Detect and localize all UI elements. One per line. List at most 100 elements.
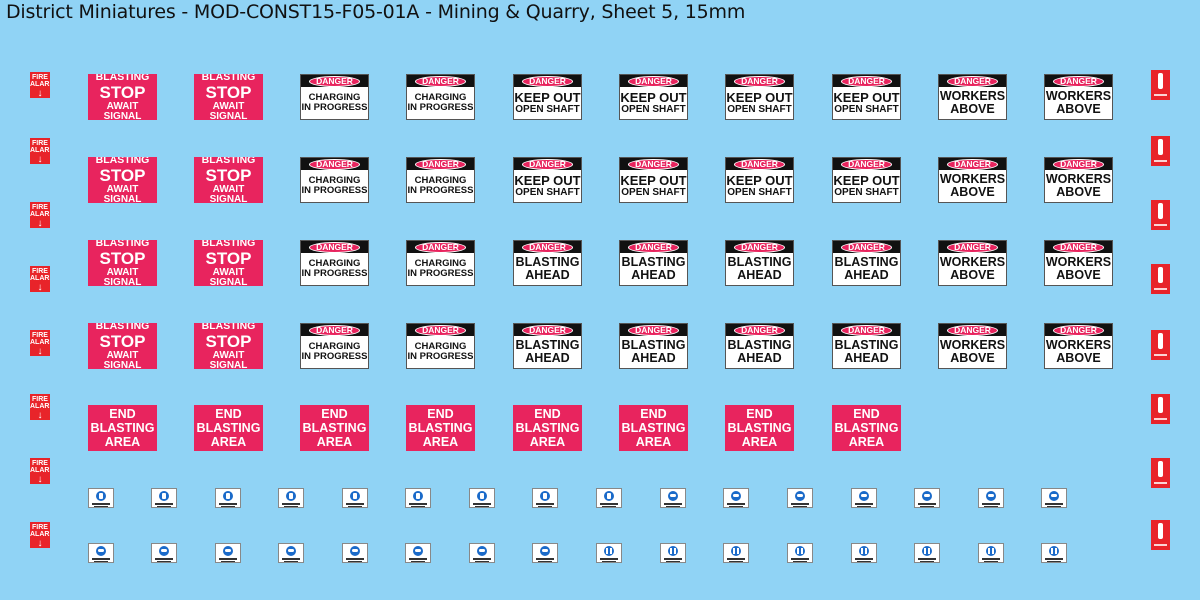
sign-text: DANGER xyxy=(522,75,573,87)
danger-message: KEEP OUT OPEN SHAFT xyxy=(833,87,900,119)
icon-glyph xyxy=(861,548,863,554)
danger-message: CHARGING IN PROGRESS xyxy=(407,170,474,202)
sign-text: ABOVE xyxy=(950,185,995,199)
icon-glyph xyxy=(606,548,608,554)
icon-glyph xyxy=(797,548,799,554)
sign-caption xyxy=(346,503,364,505)
danger-message: KEEP OUT OPEN SHAFT xyxy=(514,170,581,202)
sign-caption xyxy=(729,505,743,507)
sign-text: OPEN SHAFT xyxy=(515,186,580,198)
sign-text: BLASTING xyxy=(201,157,256,167)
sign-text: ALARM xyxy=(30,339,50,346)
arrow-down-icon: ↓ xyxy=(37,282,43,293)
sign-text: DANGER xyxy=(947,158,998,170)
sign-caption xyxy=(1045,503,1063,505)
sign-caption xyxy=(729,560,743,562)
sign-caption xyxy=(982,558,1000,560)
sign-caption xyxy=(1154,482,1167,484)
danger-header: DANGER xyxy=(301,241,368,253)
face-shield-icon xyxy=(668,491,678,501)
mandatory-ppe-sign xyxy=(978,543,1004,563)
danger-sign: DANGER WORKERS ABOVE xyxy=(938,323,1007,369)
sign-text: AREA xyxy=(741,435,778,449)
danger-message: WORKERS ABOVE xyxy=(939,336,1006,368)
sign-text: BLASTING xyxy=(515,421,580,435)
safety-goggles-icon xyxy=(223,546,233,556)
blasting-stop-sign: BLASTING STOP AWAIT SIGNAL xyxy=(194,240,263,286)
sign-caption xyxy=(857,560,871,562)
hard-hat-icon xyxy=(413,491,423,501)
sign-text: KEEP OUT xyxy=(620,172,687,188)
icon-glyph xyxy=(353,493,357,499)
sign-text: IN PROGRESS xyxy=(301,268,368,279)
fire-extinguisher-icon xyxy=(1158,523,1163,539)
arrow-down-icon: ↓ xyxy=(37,410,43,421)
sign-text: DANGER xyxy=(522,241,573,253)
sign-text: AHEAD xyxy=(631,351,676,365)
danger-header: DANGER xyxy=(939,324,1006,336)
sign-caption xyxy=(1154,354,1167,356)
danger-sign: DANGER WORKERS ABOVE xyxy=(1044,323,1113,369)
fire-alarm-sign: FIREALARM↓ xyxy=(30,266,50,292)
danger-message: BLASTING AHEAD xyxy=(833,336,900,368)
sign-text: KEEP OUT xyxy=(833,172,900,188)
mandatory-ppe-sign xyxy=(405,488,431,508)
danger-header: DANGER xyxy=(939,75,1006,87)
sign-text: KEEP OUT xyxy=(833,89,900,105)
fire-extinguisher-sign xyxy=(1151,330,1170,360)
icon-glyph xyxy=(1051,548,1053,554)
sign-text: BLASTING xyxy=(196,421,261,435)
mandatory-ppe-sign xyxy=(914,488,940,508)
sign-caption xyxy=(1154,544,1167,546)
danger-sign: DANGER CHARGING IN PROGRESS xyxy=(406,323,475,369)
mandatory-ppe-sign xyxy=(88,543,114,563)
danger-header: DANGER xyxy=(939,158,1006,170)
sign-caption xyxy=(475,505,489,507)
icon-glyph xyxy=(733,494,739,497)
safety-goggles-icon xyxy=(540,546,550,556)
safety-goggles-icon xyxy=(286,546,296,556)
sign-text: SIGNAL xyxy=(103,359,142,369)
arrow-down-icon: ↓ xyxy=(37,88,43,99)
icon-glyph xyxy=(988,494,994,497)
fire-extinguisher-sign xyxy=(1151,264,1170,294)
end-blasting-area-sign: END BLASTING AREA xyxy=(513,405,582,451)
sign-text: DANGER xyxy=(1053,324,1104,336)
sign-caption xyxy=(348,560,362,562)
sign-text: SIGNAL xyxy=(103,276,142,286)
blasting-stop-sign: BLASTING STOP AWAIT SIGNAL xyxy=(88,323,157,369)
sign-text: DANGER xyxy=(841,324,892,336)
danger-sign: DANGER CHARGING IN PROGRESS xyxy=(406,74,475,120)
sign-text: ABOVE xyxy=(1056,185,1101,199)
sign-caption xyxy=(727,558,745,560)
arrow-down-icon: ↓ xyxy=(37,346,43,357)
sign-text: ABOVE xyxy=(1056,351,1101,365)
danger-header: DANGER xyxy=(726,241,793,253)
sign-text: DANGER xyxy=(947,75,998,87)
sign-text: END xyxy=(109,407,136,421)
mandatory-ppe-sign xyxy=(1041,543,1067,563)
danger-message: CHARGING IN PROGRESS xyxy=(301,253,368,285)
danger-sign: DANGER WORKERS ABOVE xyxy=(938,74,1007,120)
sign-caption xyxy=(600,558,618,560)
blasting-stop-sign: BLASTING STOP AWAIT SIGNAL xyxy=(88,157,157,203)
safety-goggles-icon xyxy=(350,546,360,556)
danger-header: DANGER xyxy=(301,324,368,336)
fire-extinguisher-sign xyxy=(1151,394,1170,424)
end-blasting-area-sign: END BLASTING AREA xyxy=(619,405,688,451)
mandatory-ppe-sign xyxy=(851,543,877,563)
icon-glyph xyxy=(98,549,104,552)
danger-sign: DANGER KEEP OUT OPEN SHAFT xyxy=(832,157,901,203)
sign-caption xyxy=(1154,224,1167,226)
end-blasting-area-sign: END BLASTING AREA xyxy=(725,405,794,451)
icon-glyph xyxy=(352,549,358,552)
danger-sign: DANGER KEEP OUT OPEN SHAFT xyxy=(513,157,582,203)
sign-text: FIRE xyxy=(32,268,48,275)
sign-caption xyxy=(538,505,552,507)
safety-goggles-icon xyxy=(413,546,423,556)
danger-sign: DANGER CHARGING IN PROGRESS xyxy=(300,240,369,286)
sign-text: DANGER xyxy=(628,75,679,87)
sign-caption xyxy=(791,503,809,505)
danger-message: BLASTING AHEAD xyxy=(726,253,793,285)
sign-caption xyxy=(918,503,936,505)
